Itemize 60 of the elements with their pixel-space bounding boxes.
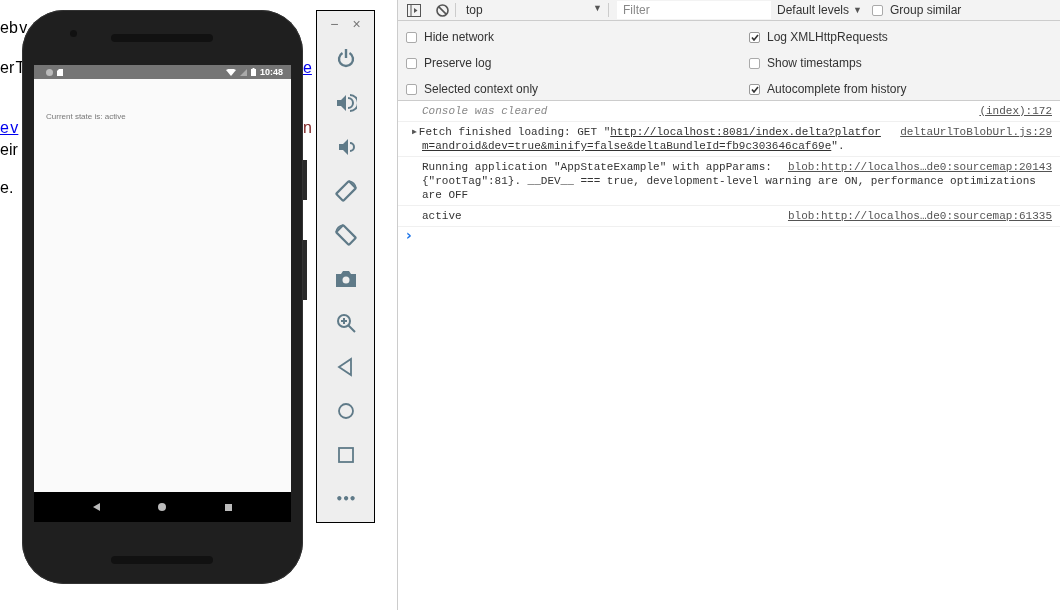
- zoom-icon[interactable]: [334, 312, 357, 334]
- console-message: Console was cleared: [422, 104, 548, 118]
- rotate-left-icon[interactable]: [334, 180, 357, 202]
- page-text: eb v: [0, 19, 28, 36]
- expand-toggle[interactable]: ▶: [412, 125, 417, 139]
- request-link[interactable]: m=android&dev=true&minify=false&deltaBundleId=fb9c303646caf69e: [422, 140, 832, 152]
- sd-card-icon: [57, 68, 63, 76]
- circle-icon: [46, 68, 53, 76]
- back-icon[interactable]: [93, 503, 101, 511]
- checkbox-label: Log XMLHttpRequests: [767, 30, 888, 44]
- request-link[interactable]: http://localhost:8081/index.delta?platfor: [610, 125, 881, 139]
- checkbox[interactable]: [749, 31, 760, 43]
- checkbox-label: Show timestamps: [767, 56, 862, 70]
- camera-icon[interactable]: [334, 268, 357, 290]
- context-select[interactable]: top ▼: [462, 3, 602, 17]
- battery-icon: [250, 68, 256, 76]
- console-message: ".: [831, 140, 845, 152]
- signal-icon: [239, 68, 247, 76]
- checkbox-label: Autocomplete from history: [767, 82, 907, 96]
- page-text: e.: [0, 179, 14, 196]
- checkbox[interactable]: [871, 4, 883, 16]
- checkbox-label: Selected context only: [424, 82, 539, 96]
- page-text: n: [303, 119, 312, 136]
- page-text: eir: [0, 141, 18, 158]
- console-message: are OFF: [422, 189, 469, 201]
- console-message: Fetch finished loading: GET ": [418, 125, 611, 139]
- console-message: active: [422, 209, 462, 223]
- checkbox-label: Hide network: [424, 30, 495, 44]
- overview-icon[interactable]: [224, 503, 232, 511]
- minimize-button[interactable]: −: [330, 16, 339, 32]
- source-link[interactable]: blob:http://localhos…de0:sourcemap:20143: [787, 160, 1052, 174]
- page-link[interactable]: e v: [0, 119, 19, 136]
- home-icon[interactable]: [158, 503, 167, 511]
- checkbox-label: Group similar: [889, 3, 962, 17]
- close-button[interactable]: ×: [352, 16, 361, 32]
- wifi-icon: [225, 68, 236, 76]
- checkbox-label: Preserve log: [424, 56, 492, 70]
- clear-icon[interactable]: [436, 3, 449, 17]
- console-prompt[interactable]: ›: [406, 227, 412, 243]
- checkbox[interactable]: [749, 83, 760, 95]
- checkbox[interactable]: [406, 57, 417, 69]
- source-link[interactable]: deltaUrlToBlobUrl.js:29: [900, 125, 1052, 139]
- page-link[interactable]: e: [303, 59, 312, 76]
- checkmark-icon: [750, 33, 759, 41]
- status-time: 10:48: [259, 67, 283, 77]
- filter-field[interactable]: Filter: [617, 1, 771, 19]
- volume-up-icon[interactable]: [334, 92, 357, 114]
- checkmark-icon: [750, 85, 759, 93]
- source-link[interactable]: blob:http://localhos…de0:sourcemap:61335: [787, 209, 1052, 223]
- checkbox[interactable]: [406, 83, 417, 95]
- levels-dropdown[interactable]: Default levels ▼: [777, 3, 862, 17]
- more-button[interactable]: •••: [335, 492, 356, 506]
- console-message: Running application "AppStateExample" with appParams:: [422, 160, 772, 174]
- console-message: {"rootTag":81}. __DEV__ === true, development-level warning are ON, performance optimizations: [422, 175, 1036, 187]
- checkbox[interactable]: [406, 31, 417, 43]
- checkbox[interactable]: [749, 57, 760, 69]
- rotate-right-icon[interactable]: [334, 224, 357, 246]
- sidebar-toggle-icon[interactable]: [407, 3, 421, 17]
- state-text: Current state is: active: [46, 112, 126, 121]
- source-link[interactable]: (index):172: [979, 104, 1052, 118]
